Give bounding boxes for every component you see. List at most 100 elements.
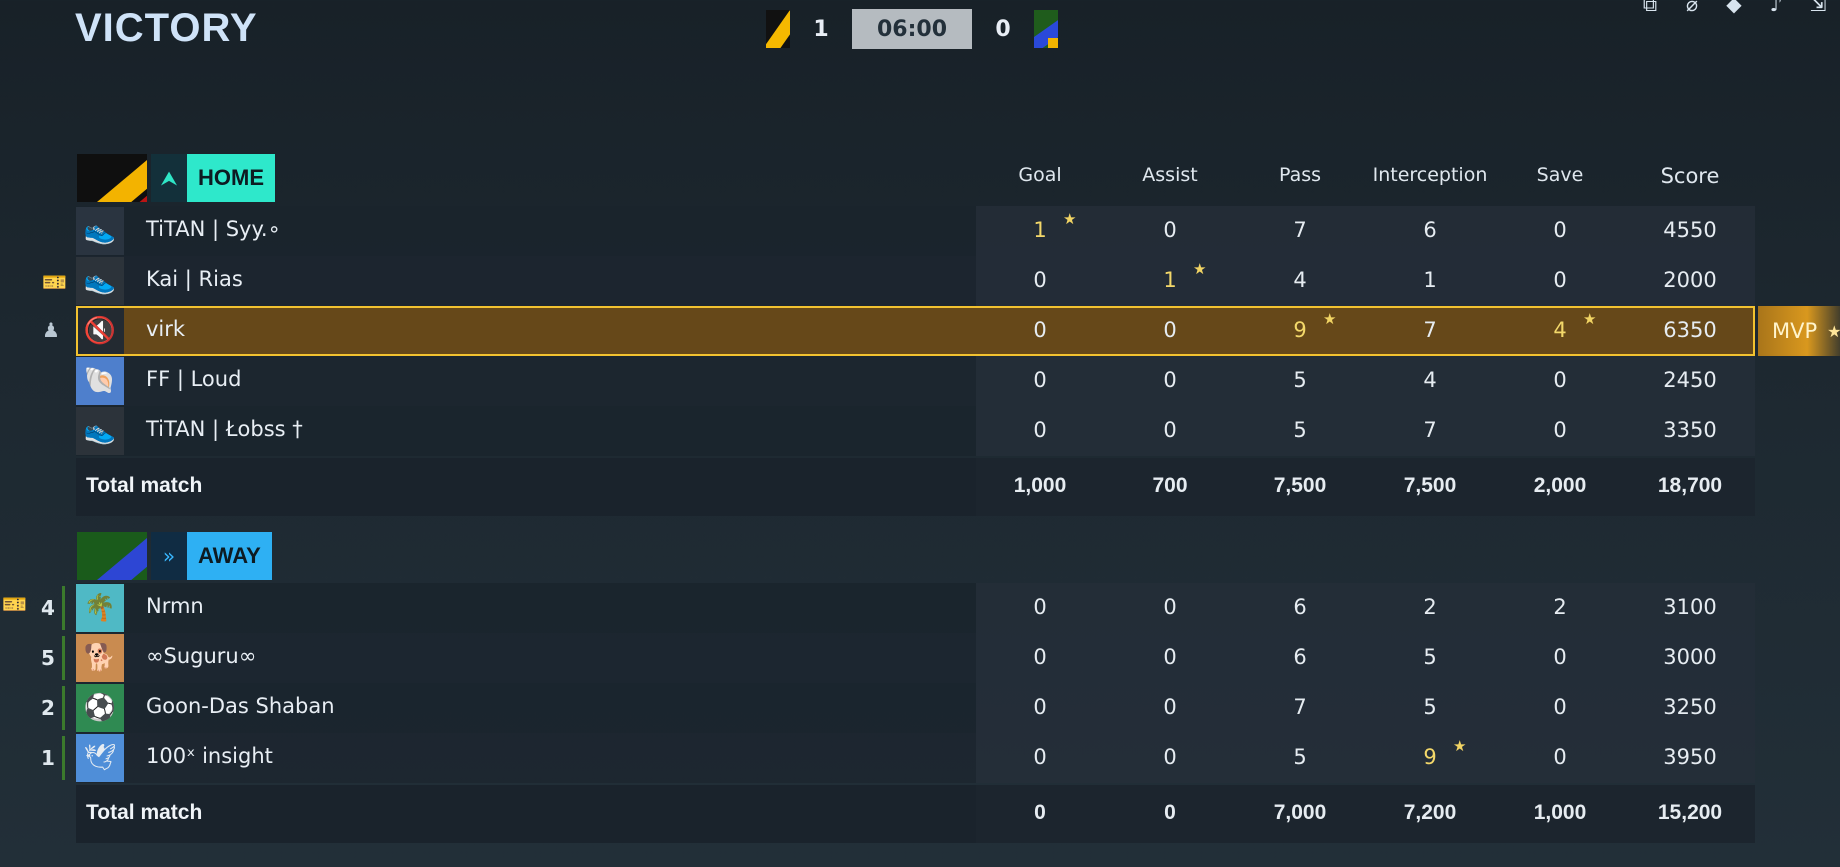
player-row[interactable]: 👟 Kai | Rias 0 1 ★ 4 1 0 2000 bbox=[76, 256, 1755, 306]
home-team-label: HOME bbox=[187, 154, 275, 202]
total-cell: 0 bbox=[1164, 801, 1176, 824]
stat-cell: 0 bbox=[1033, 368, 1047, 392]
home-flag-icon bbox=[766, 10, 790, 48]
volume-icon[interactable]: ♪ bbox=[1764, 0, 1788, 16]
stat-cell: 2 bbox=[1423, 595, 1437, 619]
player-row[interactable]: 🌴 Nrmn 0 0 6 2 2 3100 bbox=[76, 583, 1755, 633]
exit-icon[interactable]: ⇲ bbox=[1806, 0, 1830, 16]
stat-cell: 3250 bbox=[1663, 695, 1717, 719]
player-name: Kai | Rias bbox=[146, 267, 243, 291]
boot-icon: 👟 bbox=[76, 407, 124, 455]
stat-cell: 5 bbox=[1293, 418, 1307, 442]
soccer-ball-icon: ⚽ bbox=[76, 684, 124, 732]
link-off-icon[interactable]: ⌀ bbox=[1680, 0, 1704, 16]
stat-cell: 0 bbox=[1553, 368, 1567, 392]
stat-cell: 5 bbox=[1423, 695, 1437, 719]
player-name: Goon-Das Shaban bbox=[146, 694, 335, 718]
player-row[interactable]: 🐕 ∞Suguru∞ 0 0 6 5 0 3000 bbox=[76, 633, 1755, 683]
stat-cell: 7 bbox=[1423, 318, 1437, 342]
player-profile-icon[interactable]: ♟ bbox=[42, 318, 60, 342]
rank-indicator bbox=[62, 636, 75, 680]
total-label: Total match bbox=[86, 474, 203, 497]
stat-cell: 0 bbox=[1163, 368, 1177, 392]
dove-icon: 🕊 bbox=[76, 734, 124, 782]
home-score: 1 bbox=[813, 16, 829, 42]
stat-cell: 7 bbox=[1293, 695, 1307, 719]
stat-cell: 1 bbox=[1033, 218, 1047, 242]
player-row[interactable]: 🐚 FF | Loud 0 0 5 4 0 2450 bbox=[76, 356, 1755, 406]
stat-cell: 0 bbox=[1033, 318, 1047, 342]
player-rank: 1 bbox=[41, 746, 55, 770]
stat-cell: 1 bbox=[1423, 268, 1437, 292]
home-team-flag-icon bbox=[77, 154, 147, 202]
total-cell: 18,700 bbox=[1657, 474, 1723, 497]
column-headers: Goal Assist Pass Interception Save Score bbox=[0, 164, 1840, 194]
ticket-icon: 🎫 bbox=[2, 592, 27, 616]
stat-cell: 0 bbox=[1163, 418, 1177, 442]
total-cell: 0 bbox=[1034, 801, 1046, 824]
total-cell: 1,000 bbox=[1533, 801, 1587, 824]
player-row[interactable]: ⚽ Goon-Das Shaban 0 0 7 5 0 3250 bbox=[76, 683, 1755, 733]
stat-cell: 1 bbox=[1163, 268, 1177, 292]
away-emblem-icon: » bbox=[151, 532, 187, 580]
player-name: virk bbox=[146, 317, 186, 341]
star-icon: ★ bbox=[1453, 737, 1467, 755]
stat-cell: 5 bbox=[1423, 645, 1437, 669]
away-team-header: » AWAY bbox=[77, 532, 272, 580]
header-score: Score bbox=[1660, 164, 1720, 188]
stat-cell: 0 bbox=[1163, 595, 1177, 619]
stat-cell: 6 bbox=[1293, 645, 1307, 669]
share-icon[interactable]: ⧉ bbox=[1638, 0, 1662, 16]
stat-cell: 6 bbox=[1293, 595, 1307, 619]
total-row: Total match 1,000 700 7,500 7,500 2,000 18,700 bbox=[76, 458, 1755, 516]
diamond-icon[interactable]: ◆ bbox=[1722, 0, 1746, 16]
stat-cell: 0 bbox=[1033, 595, 1047, 619]
player-row[interactable]: 🕊 100ˣ insight 0 0 5 9 ★ 0 3950 bbox=[76, 733, 1755, 783]
star-icon: ★ bbox=[1063, 210, 1077, 228]
dog-icon: 🐕 bbox=[76, 634, 124, 682]
stat-cell: 4 bbox=[1553, 318, 1567, 342]
home-team-header: ⮝ HOME bbox=[77, 154, 275, 202]
player-name: TiTAN | Łobѕѕ † bbox=[146, 417, 303, 441]
stat-cell: 5 bbox=[1293, 368, 1307, 392]
boot-icon: 👟 bbox=[76, 207, 124, 255]
stat-cell: 2450 bbox=[1663, 368, 1717, 392]
total-row: Total match 0 0 7,000 7,200 1,000 15,200 bbox=[76, 785, 1755, 843]
header-assist: Assist bbox=[1142, 164, 1198, 186]
player-row[interactable]: 👟 TiTAN | Łobѕѕ † 0 0 5 7 0 3350 bbox=[76, 406, 1755, 456]
stat-cell: 7 bbox=[1423, 418, 1437, 442]
stat-cell: 0 bbox=[1553, 418, 1567, 442]
stat-cell: 0 bbox=[1163, 645, 1177, 669]
stat-cell: 9 bbox=[1423, 745, 1437, 769]
result-title: VICTORY bbox=[75, 6, 258, 50]
stat-cell: 4550 bbox=[1663, 218, 1717, 242]
row-name-area bbox=[76, 583, 976, 633]
boot-icon: 👟 bbox=[76, 257, 124, 305]
ticket-icon: 🎫 bbox=[42, 270, 67, 294]
total-name-area bbox=[76, 458, 976, 516]
away-flag-icon bbox=[1034, 10, 1058, 48]
header-goal: Goal bbox=[1018, 164, 1062, 186]
player-row[interactable]: 👟 TiTAN | Syy.∘ 1 ★ 0 7 6 0 4550 bbox=[76, 206, 1755, 256]
total-label: Total match bbox=[86, 801, 203, 824]
player-rank: 4 bbox=[41, 596, 55, 620]
stat-cell: 0 bbox=[1033, 268, 1047, 292]
home-emblem-icon: ⮝ bbox=[151, 154, 187, 202]
scoreboard: 1 06:00 0 bbox=[766, 9, 1058, 49]
stat-cell: 9 bbox=[1293, 318, 1307, 342]
stat-cell: 0 bbox=[1163, 745, 1177, 769]
star-icon: ★ bbox=[1827, 321, 1840, 341]
star-icon: ★ bbox=[1583, 310, 1597, 328]
stat-cell: 0 bbox=[1553, 695, 1567, 719]
player-row[interactable]: 🔇 virk 0 0 9 ★ 7 4 ★ 6350 bbox=[76, 306, 1755, 356]
stat-cell: 2000 bbox=[1663, 268, 1717, 292]
header-save: Save bbox=[1536, 164, 1584, 186]
stat-cell: 3100 bbox=[1663, 595, 1717, 619]
total-cell: 15,200 bbox=[1657, 801, 1723, 824]
total-cell: 1,000 bbox=[1013, 474, 1067, 497]
total-cell: 700 bbox=[1152, 474, 1188, 497]
away-team-label: AWAY bbox=[187, 532, 272, 580]
player-name: 100ˣ insight bbox=[146, 744, 273, 768]
player-rank: 5 bbox=[41, 646, 55, 670]
total-cell: 7,000 bbox=[1273, 801, 1327, 824]
